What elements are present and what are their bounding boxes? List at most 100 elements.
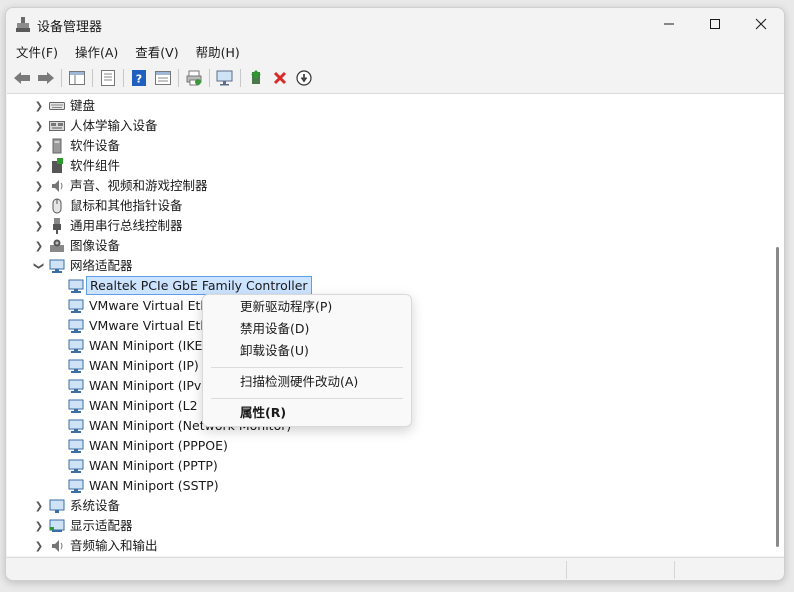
update-driver-icon [251,70,261,84]
tree-label: WAN Miniport (IKE [89,338,203,353]
minimize-button[interactable] [646,8,692,40]
uninstall-button[interactable] [268,67,292,89]
tree-node-usb[interactable]: ❯ 通用串行总线控制器 [7,216,767,236]
tree-node-hid[interactable]: ❯ 人体学输入设备 [7,116,767,136]
speaker-icon [52,180,63,192]
vertical-scrollbar[interactable] [773,94,783,556]
expand-chevron-icon[interactable]: ❯ [34,216,44,236]
scan-button[interactable] [213,67,237,89]
menu-item-properties[interactable]: 属性(R) [207,402,407,424]
status-bar [6,557,784,580]
menu-file[interactable]: 文件(F) [6,42,65,64]
status-divider [674,561,675,579]
tree-node-adapter[interactable]: WAN Miniport (PPTP) [7,456,767,476]
expand-chevron-icon[interactable]: ❯ [34,96,44,116]
tree-node-network-adapters[interactable]: ❯ 网络适配器 [7,256,767,276]
tree-label: 显示适配器 [70,518,133,533]
menu-separator [211,367,403,368]
toolbar-separator [240,69,241,87]
tree-label: 图像设备 [70,238,121,253]
update-driver-button[interactable] [244,67,268,89]
maximize-button[interactable] [692,8,738,40]
expand-chevron-icon[interactable]: ❯ [34,536,44,556]
menu-help[interactable]: 帮助(H) [186,42,247,64]
software-component-icon [52,158,63,173]
tree-node-software-component[interactable]: ❯ 软件组件 [7,156,767,176]
expand-chevron-icon[interactable]: ❯ [34,236,44,256]
back-icon [14,72,30,84]
tree-label: 鼠标和其他指针设备 [70,198,183,213]
forward-button[interactable] [34,67,58,89]
audio-io-icon [52,540,63,552]
network-adapter-icon [68,279,84,293]
device-list-icon [101,70,115,86]
software-device-icon [52,138,62,154]
hid-icon [49,121,65,131]
toolbar-separator [61,69,62,87]
tree-label: 人体学输入设备 [70,118,158,133]
menu-item-update-driver[interactable]: 更新驱动程序(P) [207,296,407,318]
expand-chevron-icon[interactable]: ❯ [34,156,44,176]
status-divider [566,561,567,579]
close-button[interactable] [738,8,784,40]
device-manager-window: 设备管理器 文件(F) 操作(A) 查看(V) 帮助(H) ? ❯ 键盘 ❯ 人… [5,7,785,581]
disable-button[interactable] [292,67,316,89]
tree-node-adapter[interactable]: WAN Miniport (SSTP) [7,476,767,496]
tree-label: 软件设备 [70,138,121,153]
tree-node-imaging[interactable]: ❯ 图像设备 [7,236,767,256]
tree-node-keyboard[interactable]: ❯ 键盘 [7,96,767,116]
menu-item-scan-hardware[interactable]: 扫描检测硬件改动(A) [207,371,407,393]
network-adapter-icon [68,439,84,453]
help-icon: ? [132,70,146,86]
network-adapter-icon [68,359,84,373]
expand-chevron-icon[interactable]: ❯ [34,496,44,516]
menu-item-uninstall-device[interactable]: 卸载设备(U) [207,340,407,362]
collapse-chevron-icon[interactable]: ❯ [29,261,49,271]
tree-label: WAN Miniport (PPTP) [89,458,218,473]
tree-node-display-adapters[interactable]: ❯ 显示适配器 [7,516,767,536]
network-adapter-icon [49,259,65,273]
tree-node-adapter[interactable]: WAN Miniport (PPPOE) [7,436,767,456]
tree-node-software-device[interactable]: ❯ 软件设备 [7,136,767,156]
network-adapter-icon [68,339,84,353]
expand-chevron-icon[interactable]: ❯ [34,136,44,156]
tree-label: 系统设备 [70,498,121,513]
network-adapter-icon [68,459,84,473]
tree-node-mouse[interactable]: ❯ 鼠标和其他指针设备 [7,196,767,216]
tree-label: 键盘 [70,98,96,113]
network-adapter-icon [68,399,84,413]
tree-label: WAN Miniport (L2 [89,398,198,413]
expand-chevron-icon[interactable]: ❯ [34,176,44,196]
usb-icon [53,218,61,234]
expand-chevron-icon[interactable]: ❯ [34,516,44,536]
uninstall-icon [273,71,287,85]
disable-icon [296,70,312,86]
tree-label: 软件组件 [70,158,121,173]
show-hide-tree-button[interactable] [65,67,89,89]
scrollbar-thumb[interactable] [776,247,779,547]
tree-label: 音频输入和输出 [70,538,158,553]
tree-node-sound-video[interactable]: ❯ 声音、视频和游戏控制器 [7,176,767,196]
menu-action[interactable]: 操作(A) [65,42,125,64]
menu-separator [211,398,403,399]
tree-node-adapter[interactable]: Realtek PCIe GbE Family Controller [7,276,767,296]
print-icon [186,70,202,86]
tree-label: 通用串行总线控制器 [70,218,183,233]
network-adapter-icon [68,379,84,393]
menu-view[interactable]: 查看(V) [125,42,185,64]
tree-node-system-devices[interactable]: ❯ 系统设备 [7,496,767,516]
print-button[interactable] [182,67,206,89]
menu-item-disable-device[interactable]: 禁用设备(D) [207,318,407,340]
title-bar: 设备管理器 [6,8,784,42]
back-button[interactable] [10,67,34,89]
selected-adapter-label: Realtek PCIe GbE Family Controller [86,276,312,295]
expand-chevron-icon[interactable]: ❯ [34,196,44,216]
help-button[interactable]: ? [127,67,151,89]
forward-icon [38,72,54,84]
tree-label: 声音、视频和游戏控制器 [70,178,208,193]
view-button[interactable] [151,67,175,89]
device-list-button[interactable] [96,67,120,89]
tree-node-audio-io[interactable]: ❯ 音频输入和输出 [7,536,767,556]
svg-text:?: ? [136,73,142,86]
expand-chevron-icon[interactable]: ❯ [34,116,44,136]
